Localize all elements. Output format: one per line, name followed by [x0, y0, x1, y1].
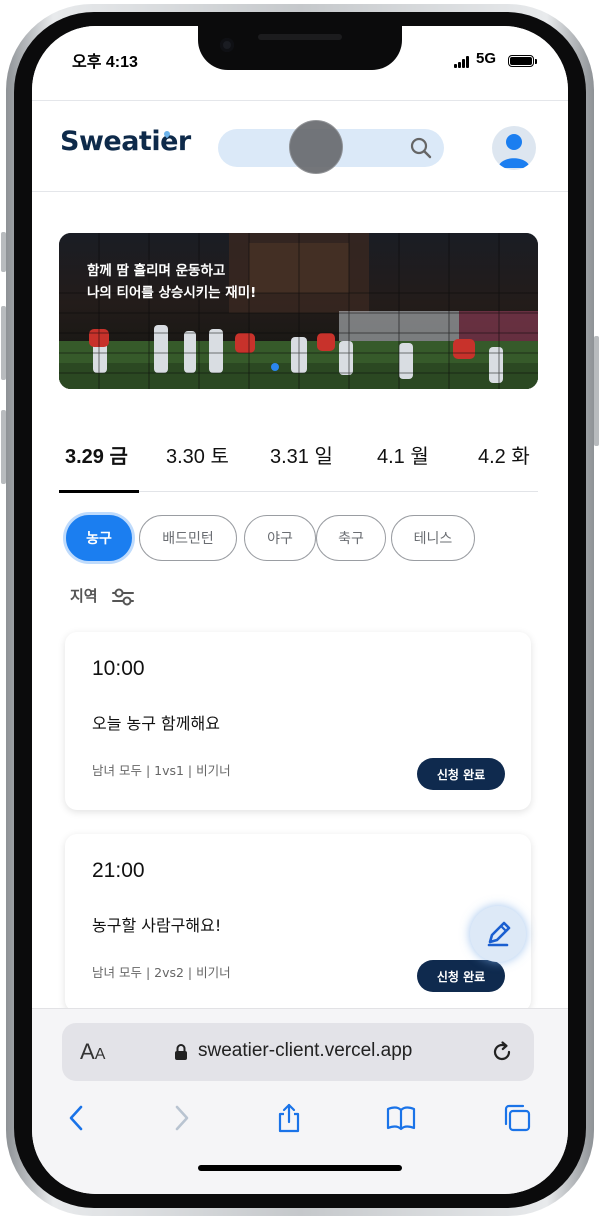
notch [198, 26, 402, 70]
banner-headline-1: 함께 땀 흘리며 운동하고 [87, 263, 226, 279]
back-icon[interactable] [62, 1103, 92, 1133]
mute-switch [1, 232, 6, 272]
logo[interactable]: Sweatier [60, 126, 191, 157]
pen-icon [487, 921, 511, 947]
browser-toolbar: AA sweatier-client.vercel.app [32, 1008, 568, 1194]
battery-icon [508, 55, 534, 67]
tab-date-4[interactable]: 4.2 화 [478, 440, 530, 469]
match-title: 오늘 농구 함께해요 [92, 714, 220, 733]
match-time: 21:00 [92, 859, 145, 882]
profile-avatar[interactable] [492, 126, 536, 170]
reader-settings-button[interactable]: AA [80, 1039, 105, 1065]
apply-complete-button[interactable]: 신청 완료 [417, 960, 505, 992]
chip-tennis[interactable]: 테니스 [391, 515, 475, 561]
bookmarks-icon[interactable] [386, 1103, 416, 1133]
chip-basketball[interactable]: 농구 [66, 515, 132, 561]
date-tabs: 3.29 금 3.30 토 3.31 일 4.1 월 4.2 화 [59, 430, 538, 493]
banner-headline-2: 나의 티어를 상승시키는 재미! [87, 285, 257, 301]
create-post-button[interactable] [470, 906, 526, 962]
status-time: 오후 4:13 [72, 54, 138, 71]
network-type: 5G [476, 50, 497, 67]
match-meta: 남녀 모두 | 2vs2 | 비기너 [92, 965, 231, 980]
tab-date-3[interactable]: 4.1 월 [377, 440, 429, 469]
match-title: 농구할 사람구해요! [92, 916, 222, 935]
baseball-team-photo [59, 233, 538, 389]
tab-date-1[interactable]: 3.30 토 [166, 440, 229, 469]
volume-up-button [1, 306, 6, 380]
screen: 오후 4:13 5G Sweatier 함께 땀 흘리며 운동하고 나의 티어를… [32, 26, 568, 1194]
match-card[interactable]: 21:00 농구할 사람구해요! 남녀 모두 | 2vs2 | 비기너 신청 완… [65, 834, 531, 1012]
active-tab-underline [59, 490, 139, 493]
chip-soccer[interactable]: 축구 [316, 515, 386, 561]
share-icon[interactable] [274, 1103, 304, 1133]
battery-tip [535, 59, 537, 64]
filter-sliders-icon[interactable] [112, 588, 134, 606]
region-filter-label[interactable]: 지역 [70, 585, 98, 606]
match-card[interactable]: 10:00 오늘 농구 함께해요 남녀 모두 | 1vs1 | 비기너 신청 완… [65, 632, 531, 810]
front-camera [220, 38, 234, 52]
status-bar: 오후 4:13 5G [32, 26, 568, 100]
search-icon[interactable] [410, 137, 432, 159]
url-text[interactable]: sweatier-client.vercel.app [198, 1040, 412, 1062]
earpiece-speaker [258, 34, 342, 40]
match-time: 10:00 [92, 657, 145, 680]
tab-date-0[interactable]: 3.29 금 [65, 440, 128, 469]
tabs-icon[interactable] [502, 1103, 532, 1133]
match-meta: 남녀 모두 | 1vs1 | 비기너 [92, 763, 231, 778]
home-indicator [198, 1165, 402, 1171]
tab-date-2[interactable]: 3.31 일 [270, 440, 333, 469]
touch-indicator [290, 121, 342, 173]
chip-badminton[interactable]: 배드민턴 [139, 515, 237, 561]
lock-icon [175, 1044, 187, 1060]
signal-icon [454, 56, 472, 68]
app-header: Sweatier [32, 100, 568, 192]
volume-down-button [1, 410, 6, 484]
hero-banner[interactable]: 함께 땀 흘리며 운동하고 나의 티어를 상승시키는 재미! [59, 233, 538, 389]
carousel-indicator[interactable] [271, 363, 279, 371]
phone-frame: 오후 4:13 5G Sweatier 함께 땀 흘리며 운동하고 나의 티어를… [0, 0, 600, 1220]
user-icon [498, 134, 530, 168]
chip-baseball[interactable]: 야구 [244, 515, 316, 561]
power-button [594, 336, 599, 446]
apply-complete-button[interactable]: 신청 완료 [417, 758, 505, 790]
forward-icon[interactable] [166, 1103, 196, 1133]
address-bar[interactable]: AA sweatier-client.vercel.app [62, 1023, 534, 1081]
reload-icon[interactable] [490, 1040, 514, 1064]
